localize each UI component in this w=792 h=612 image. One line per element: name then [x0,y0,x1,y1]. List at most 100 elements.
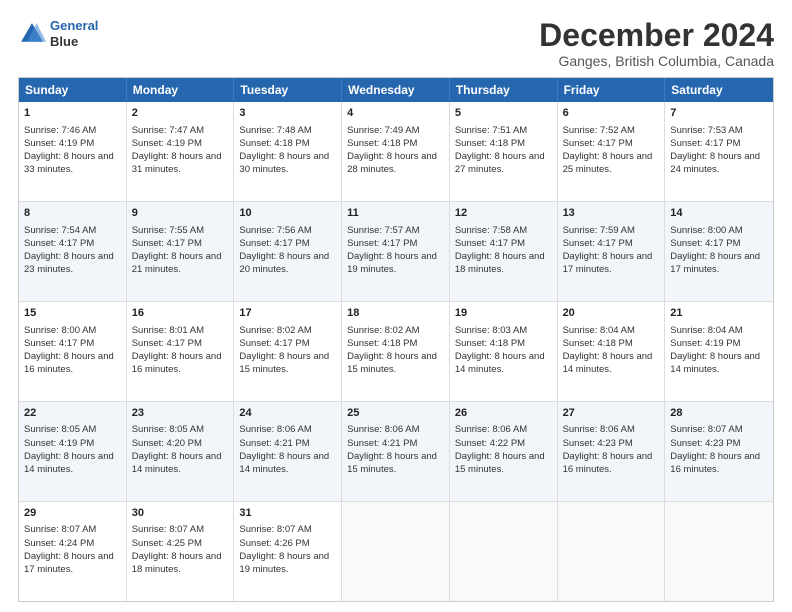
sunset-text: Sunset: 4:26 PM [239,538,309,549]
day-number: 12 [455,206,552,221]
sunrise-text: Sunrise: 7:54 AM [24,225,96,236]
sunset-text: Sunset: 4:20 PM [132,438,202,449]
daylight-text: Daylight: 8 hours and 18 minutes. [132,551,222,575]
calendar-cell: 16Sunrise: 8:01 AMSunset: 4:17 PMDayligh… [127,302,235,401]
calendar-cell: 30Sunrise: 8:07 AMSunset: 4:25 PMDayligh… [127,502,235,601]
calendar-cell: 2Sunrise: 7:47 AMSunset: 4:19 PMDaylight… [127,102,235,201]
day-number: 14 [670,206,768,221]
calendar-cell: 10Sunrise: 7:56 AMSunset: 4:17 PMDayligh… [234,202,342,301]
calendar-cell: 9 Sunrise: 7:55 AM Sunset: 4:17 PM Daylight… [127,202,235,301]
calendar-header-cell: Wednesday [342,78,450,102]
calendar-cell: 11Sunrise: 7:57 AMSunset: 4:17 PMDayligh… [342,202,450,301]
sunrise-text: Sunrise: 8:07 AM [239,524,311,535]
sunset-text: Sunset: 4:19 PM [132,138,202,149]
sunrise-text: Sunrise: 7:58 AM [455,225,527,236]
day-number: 3 [239,106,336,121]
sunset-text: Sunset: 4:17 PM [563,238,633,249]
sunset-text: Sunset: 4:17 PM [670,238,740,249]
daylight-text: Daylight: 8 hours and 15 minutes. [347,351,437,375]
day-number: 17 [239,306,336,321]
daylight-text: Daylight: 8 hours and 28 minutes. [347,151,437,175]
daylight-text: Daylight: 8 hours and 24 minutes. [670,151,760,175]
sunrise-text: Sunrise: 7:47 AM [132,125,204,136]
calendar-cell: 14Sunrise: 8:00 AMSunset: 4:17 PMDayligh… [665,202,773,301]
sunrise-text: Sunrise: 7:55 AM [132,225,204,236]
sunrise-text: Sunrise: 7:51 AM [455,125,527,136]
day-number: 24 [239,406,336,421]
sunset-text: Sunset: 4:17 PM [670,138,740,149]
sunset-text: Sunset: 4:18 PM [239,138,309,149]
calendar-header-cell: Saturday [665,78,773,102]
sunset-text: Sunset: 4:18 PM [455,338,525,349]
calendar-header: SundayMondayTuesdayWednesdayThursdayFrid… [19,78,773,102]
calendar-cell: 4 Sunrise: 7:49 AM Sunset: 4:18 PM Daylight… [342,102,450,201]
subtitle: Ganges, British Columbia, Canada [539,53,774,69]
sunrise-text: Sunrise: 8:06 AM [455,424,527,435]
daylight-text: Daylight: 8 hours and 18 minutes. [455,251,545,275]
page-header: General Blue December 2024 Ganges, Briti… [18,18,774,69]
day-number: 15 [24,306,121,321]
day-number: 30 [132,506,229,521]
daylight-text: Daylight: 8 hours and 14 minutes. [563,351,653,375]
daylight-text: Daylight: 8 hours and 23 minutes. [24,251,114,275]
daylight-text: Daylight: 8 hours and 16 minutes. [132,351,222,375]
calendar-header-cell: Sunday [19,78,127,102]
calendar-cell: 27Sunrise: 8:06 AMSunset: 4:23 PMDayligh… [558,402,666,501]
daylight-text: Daylight: 8 hours and 16 minutes. [670,451,760,475]
sunrise-text: Sunrise: 8:06 AM [347,424,419,435]
sunrise-text: Sunrise: 8:00 AM [24,325,96,336]
day-number: 23 [132,406,229,421]
sunset-text: Sunset: 4:18 PM [347,138,417,149]
daylight-text: Daylight: 8 hours and 17 minutes. [563,251,653,275]
calendar-cell: 22Sunrise: 8:05 AMSunset: 4:19 PMDayligh… [19,402,127,501]
day-number: 26 [455,406,552,421]
daylight-text: Daylight: 8 hours and 14 minutes. [24,451,114,475]
calendar: SundayMondayTuesdayWednesdayThursdayFrid… [18,77,774,602]
sunset-text: Sunset: 4:17 PM [132,238,202,249]
day-number: 29 [24,506,121,521]
sunset-text: Sunset: 4:17 PM [239,238,309,249]
day-number: 25 [347,406,444,421]
sunrise-text: Sunrise: 7:48 AM [239,125,311,136]
day-number: 10 [239,206,336,221]
daylight-text: Daylight: 8 hours and 15 minutes. [455,451,545,475]
sunrise-text: Sunrise: 7:49 AM [347,125,419,136]
day-number: 13 [563,206,660,221]
sunrise-text: Sunrise: 8:05 AM [24,424,96,435]
calendar-cell: 7Sunrise: 7:53 AMSunset: 4:17 PMDaylight… [665,102,773,201]
calendar-cell: 25 Sunrise: 8:06 AM Sunset: 4:21 PM Dayligh… [342,402,450,501]
sunrise-text: Sunrise: 8:06 AM [563,424,635,435]
day-number: 4 [347,106,444,121]
sunset-text: Sunset: 4:17 PM [347,238,417,249]
calendar-header-cell: Tuesday [234,78,342,102]
sunrise-text: Sunrise: 8:04 AM [670,325,742,336]
daylight-text: Daylight: 8 hours and 30 minutes. [239,151,329,175]
calendar-cell: 15Sunrise: 8:00 AMSunset: 4:17 PMDayligh… [19,302,127,401]
logo-icon [18,20,46,48]
sunrise-text: Sunrise: 7:46 AM [24,125,96,136]
calendar-cell-empty [558,502,666,601]
sunset-text: Sunset: 4:18 PM [455,138,525,149]
sunset-text: Sunset: 4:19 PM [24,438,94,449]
calendar-week-row: 29 Sunrise: 8:07 AM Sunset: 4:24 PM Dayligh… [19,502,773,601]
sunset-text: Sunset: 4:24 PM [24,538,94,549]
sunrise-text: Sunrise: 7:59 AM [563,225,635,236]
day-number: 8 [24,206,121,221]
daylight-text: Daylight: 8 hours and 25 minutes. [563,151,653,175]
daylight-text: Daylight: 8 hours and 27 minutes. [455,151,545,175]
sunset-text: Sunset: 4:21 PM [347,438,417,449]
daylight-text: Daylight: 8 hours and 16 minutes. [563,451,653,475]
day-number: 9 [132,206,229,221]
calendar-week-row: 1 Sunrise: 7:46 AM Sunset: 4:19 PM Daylight… [19,102,773,202]
sunset-text: Sunset: 4:18 PM [347,338,417,349]
calendar-cell-empty [450,502,558,601]
daylight-text: Daylight: 8 hours and 21 minutes. [132,251,222,275]
calendar-cell: 5Sunrise: 7:51 AMSunset: 4:18 PMDaylight… [450,102,558,201]
calendar-cell: 31Sunrise: 8:07 AMSunset: 4:26 PMDayligh… [234,502,342,601]
daylight-text: Daylight: 8 hours and 15 minutes. [347,451,437,475]
day-number: 1 [24,106,121,121]
day-number: 16 [132,306,229,321]
sunrise-text: Sunrise: 8:02 AM [239,325,311,336]
calendar-cell: 26Sunrise: 8:06 AMSunset: 4:22 PMDayligh… [450,402,558,501]
day-number: 11 [347,206,444,221]
